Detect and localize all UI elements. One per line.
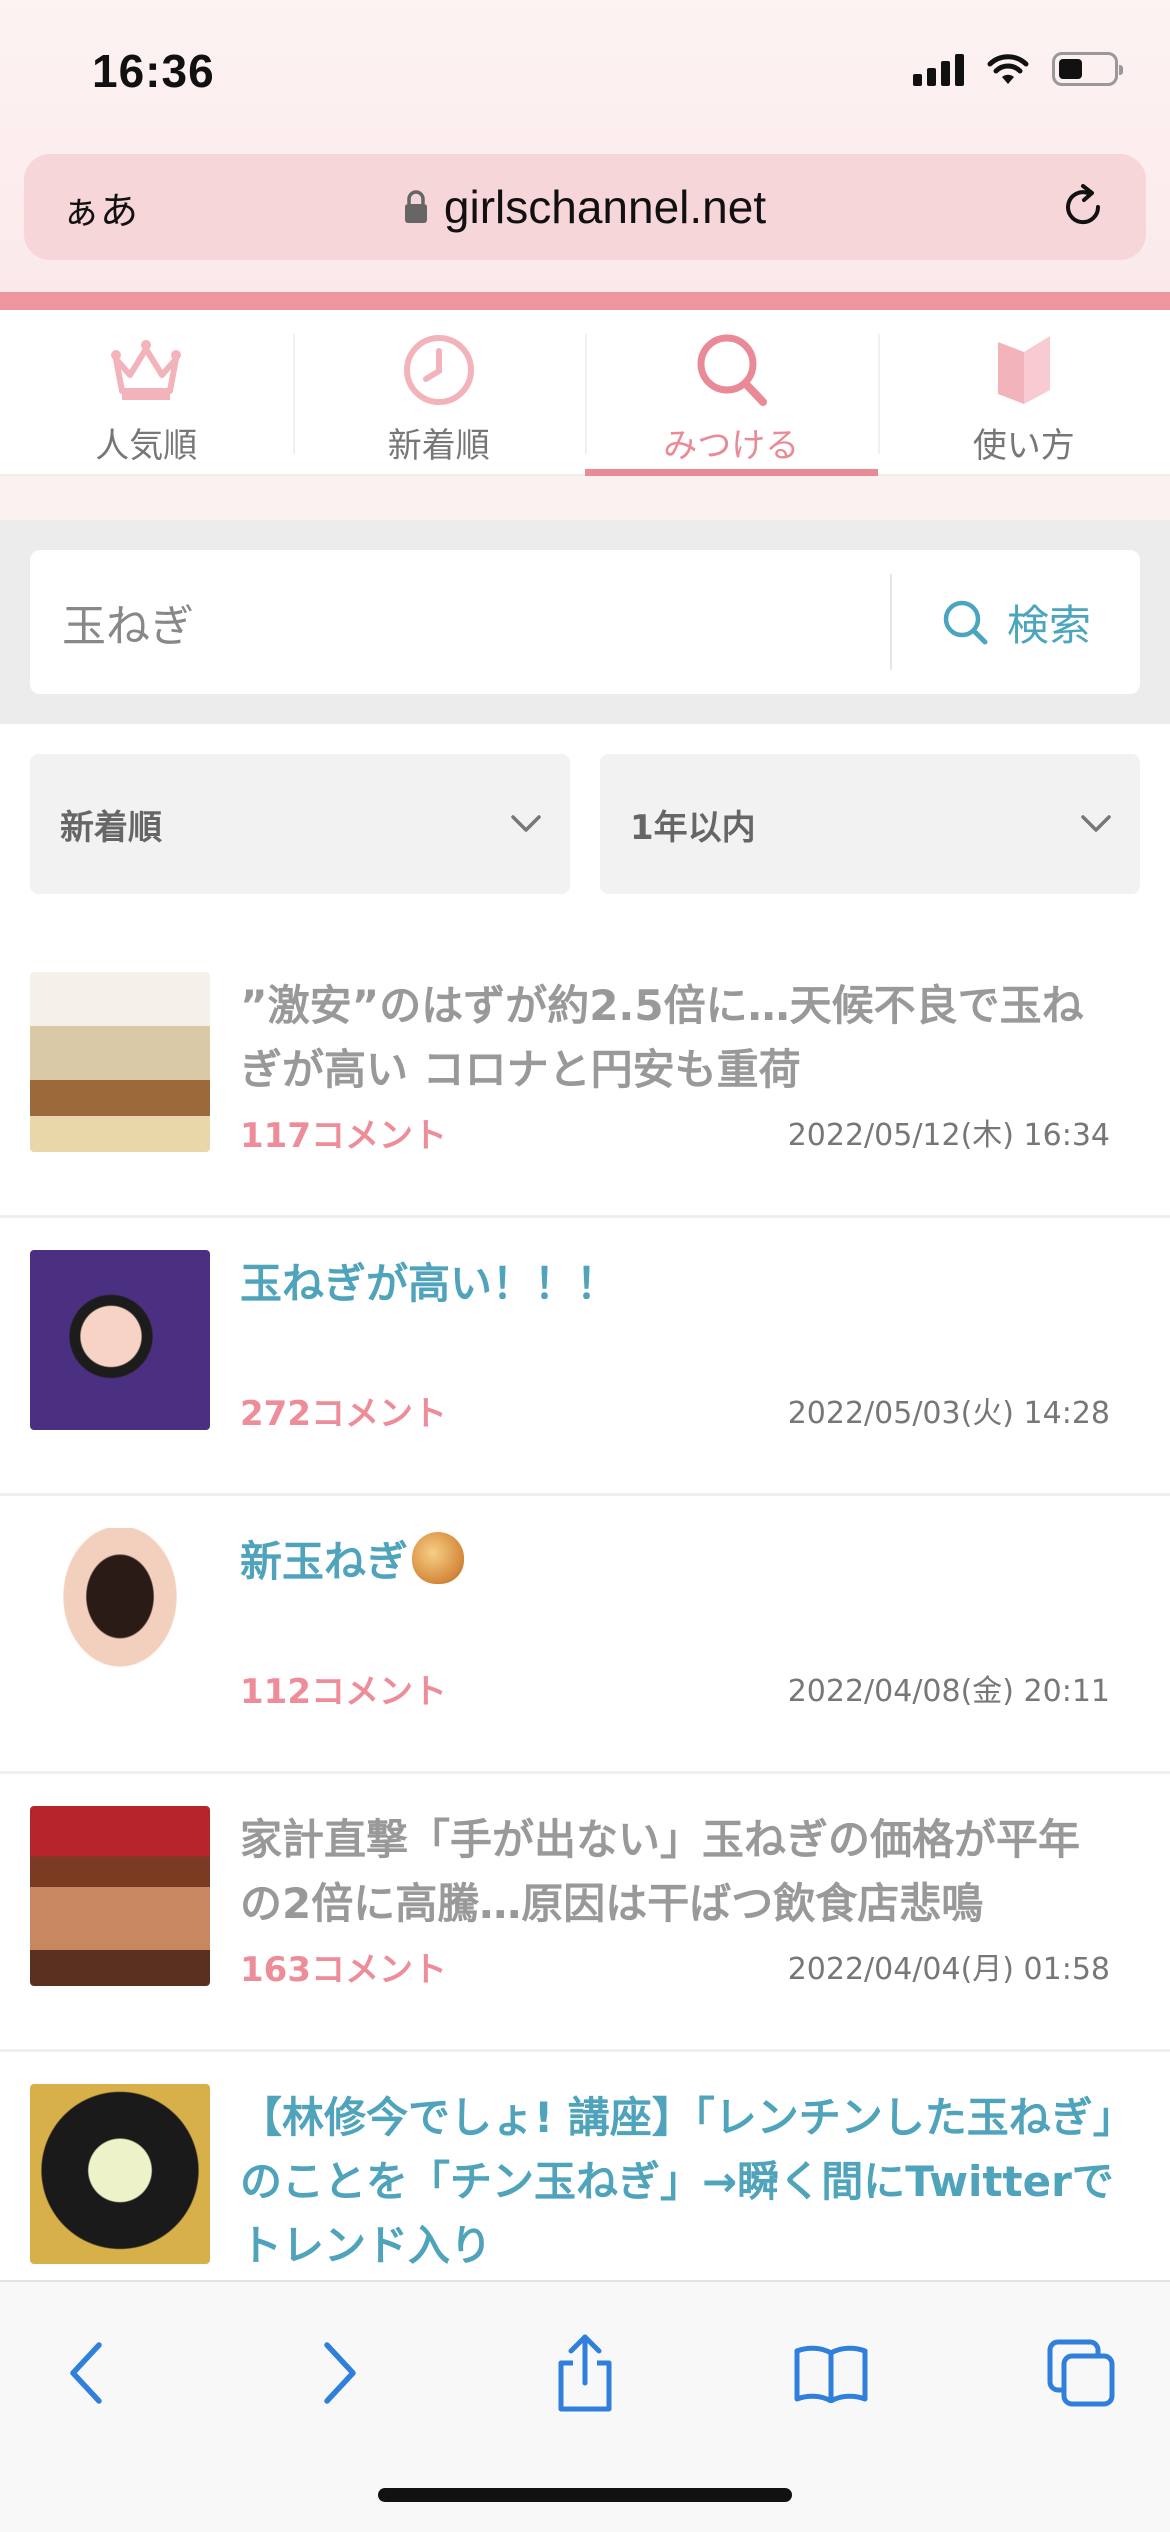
filter-bar: 新着順 1年以内: [30, 754, 1140, 894]
topic-comment-count: 163コメント: [240, 1950, 447, 1990]
chevron-down-icon: [511, 815, 541, 832]
topic-thumbnail: [30, 1806, 210, 1986]
chevron-right-icon: [324, 2342, 356, 2404]
back-button[interactable]: [42, 2328, 132, 2418]
crown-icon: [111, 340, 182, 400]
tab-label: 新着順: [387, 426, 490, 466]
topic-thumbnail: [30, 1528, 210, 1708]
topic-item[interactable]: 家計直撃「手が出ない」玉ねぎの価格が平年の2倍に高騰…原因は干ばつ飲食店悲鳴 1…: [0, 1774, 1170, 2052]
chevron-left-icon: [70, 2342, 102, 2404]
tab-new[interactable]: 新着順: [292, 310, 586, 474]
status-time: 16:36: [92, 45, 215, 97]
tab-label: みつける: [663, 426, 800, 466]
topic-date: 2022/04/04(月) 01:58: [787, 1952, 1110, 1987]
share-button[interactable]: [540, 2328, 630, 2418]
wifi-icon: [987, 54, 1029, 84]
topic-nav-tabs: 人気順 新着順 みつける 使い方: [0, 310, 1170, 476]
topic-comment-count: 272コメント: [240, 1394, 447, 1434]
lock-icon: [404, 190, 427, 223]
book-icon: [997, 336, 1050, 404]
topic-list: ”激安”のはずが約2.5倍に…天候不良で玉ねぎが高い コロナと円安も重荷 117…: [0, 940, 1170, 2330]
header-accent-bar: [0, 292, 1170, 310]
onion-emoji-icon: [412, 1532, 465, 1584]
period-dropdown[interactable]: 1年以内: [600, 754, 1140, 894]
tab-label: 使い方: [972, 426, 1075, 466]
tab-find[interactable]: みつける: [585, 310, 878, 476]
topic-comment-count: 117コメント: [240, 1116, 447, 1156]
search-button[interactable]: 検索: [892, 592, 1140, 653]
tab-label: 人気順: [95, 426, 198, 466]
topic-title[interactable]: ”激安”のはずが約2.5倍に…天候不良で玉ねぎが高い コロナと円安も重荷: [240, 974, 1120, 1102]
topic-title-text: 新玉ねぎ: [240, 1537, 409, 1586]
period-value: 1年以内: [630, 807, 756, 848]
sort-value: 新着順: [60, 807, 162, 848]
topic-item[interactable]: ”激安”のはずが約2.5倍に…天候不良で玉ねぎが高い コロナと円安も重荷 117…: [0, 940, 1170, 1218]
book-icon: [794, 2345, 868, 2403]
search-box: 検索: [30, 550, 1140, 694]
home-indicator: [378, 2488, 792, 2502]
search-icon: [697, 334, 768, 406]
topic-thumbnail: [30, 2084, 210, 2264]
tabs-icon: [1047, 2339, 1115, 2407]
search-input[interactable]: [30, 550, 890, 694]
cellular-signal-icon: [913, 52, 964, 86]
topic-title[interactable]: 玉ねぎが高い！！！: [240, 1252, 1120, 1316]
address-bar[interactable]: ぁあ girlschannel.net: [24, 154, 1146, 260]
search-section: 検索: [0, 520, 1170, 724]
tab-howto[interactable]: 使い方: [877, 310, 1170, 474]
topic-date: 2022/05/12(木) 16:34: [787, 1118, 1110, 1153]
tab-popular[interactable]: 人気順: [0, 310, 293, 474]
topic-item[interactable]: 新玉ねぎ 112コメント 2022/04/08(金) 20:11: [0, 1496, 1170, 1774]
battery-icon: [1052, 52, 1123, 86]
clock-icon: [403, 335, 474, 405]
topic-title[interactable]: 新玉ねぎ: [240, 1530, 1120, 1594]
search-button-label: 検索: [1006, 600, 1091, 650]
url-text[interactable]: girlschannel.net: [444, 180, 766, 234]
topic-item[interactable]: 玉ねぎが高い！！！ 272コメント 2022/05/03(火) 14:28: [0, 1218, 1170, 1496]
topic-thumbnail: [30, 972, 210, 1152]
bookmarks-button[interactable]: [786, 2328, 876, 2418]
reload-icon[interactable]: [1058, 182, 1108, 232]
topic-thumbnail: [30, 1250, 210, 1430]
search-icon: [943, 600, 988, 645]
sort-dropdown[interactable]: 新着順: [30, 754, 570, 894]
status-icons: [913, 52, 1123, 86]
tabs-button[interactable]: [1036, 2328, 1126, 2418]
topic-comment-count: 112コメント: [240, 1672, 447, 1712]
topic-date: 2022/04/08(金) 20:11: [787, 1674, 1110, 1709]
topic-title[interactable]: 家計直撃「手が出ない」玉ねぎの価格が平年の2倍に高騰…原因は干ばつ飲食店悲鳴: [240, 1808, 1120, 1936]
divider-strip: [0, 476, 1170, 520]
share-icon: [558, 2334, 612, 2412]
browser-chrome: 16:36 ぁあ girlschannel.net: [0, 0, 1170, 292]
topic-date: 2022/05/03(火) 14:28: [787, 1396, 1110, 1431]
topic-title[interactable]: 【林修今でしょ! 講座】「レンチンした玉ねぎ」のことを「チン玉ねぎ」→瞬く間にT…: [240, 2086, 1120, 2278]
forward-button[interactable]: [294, 2328, 384, 2418]
chevron-down-icon: [1081, 815, 1111, 832]
